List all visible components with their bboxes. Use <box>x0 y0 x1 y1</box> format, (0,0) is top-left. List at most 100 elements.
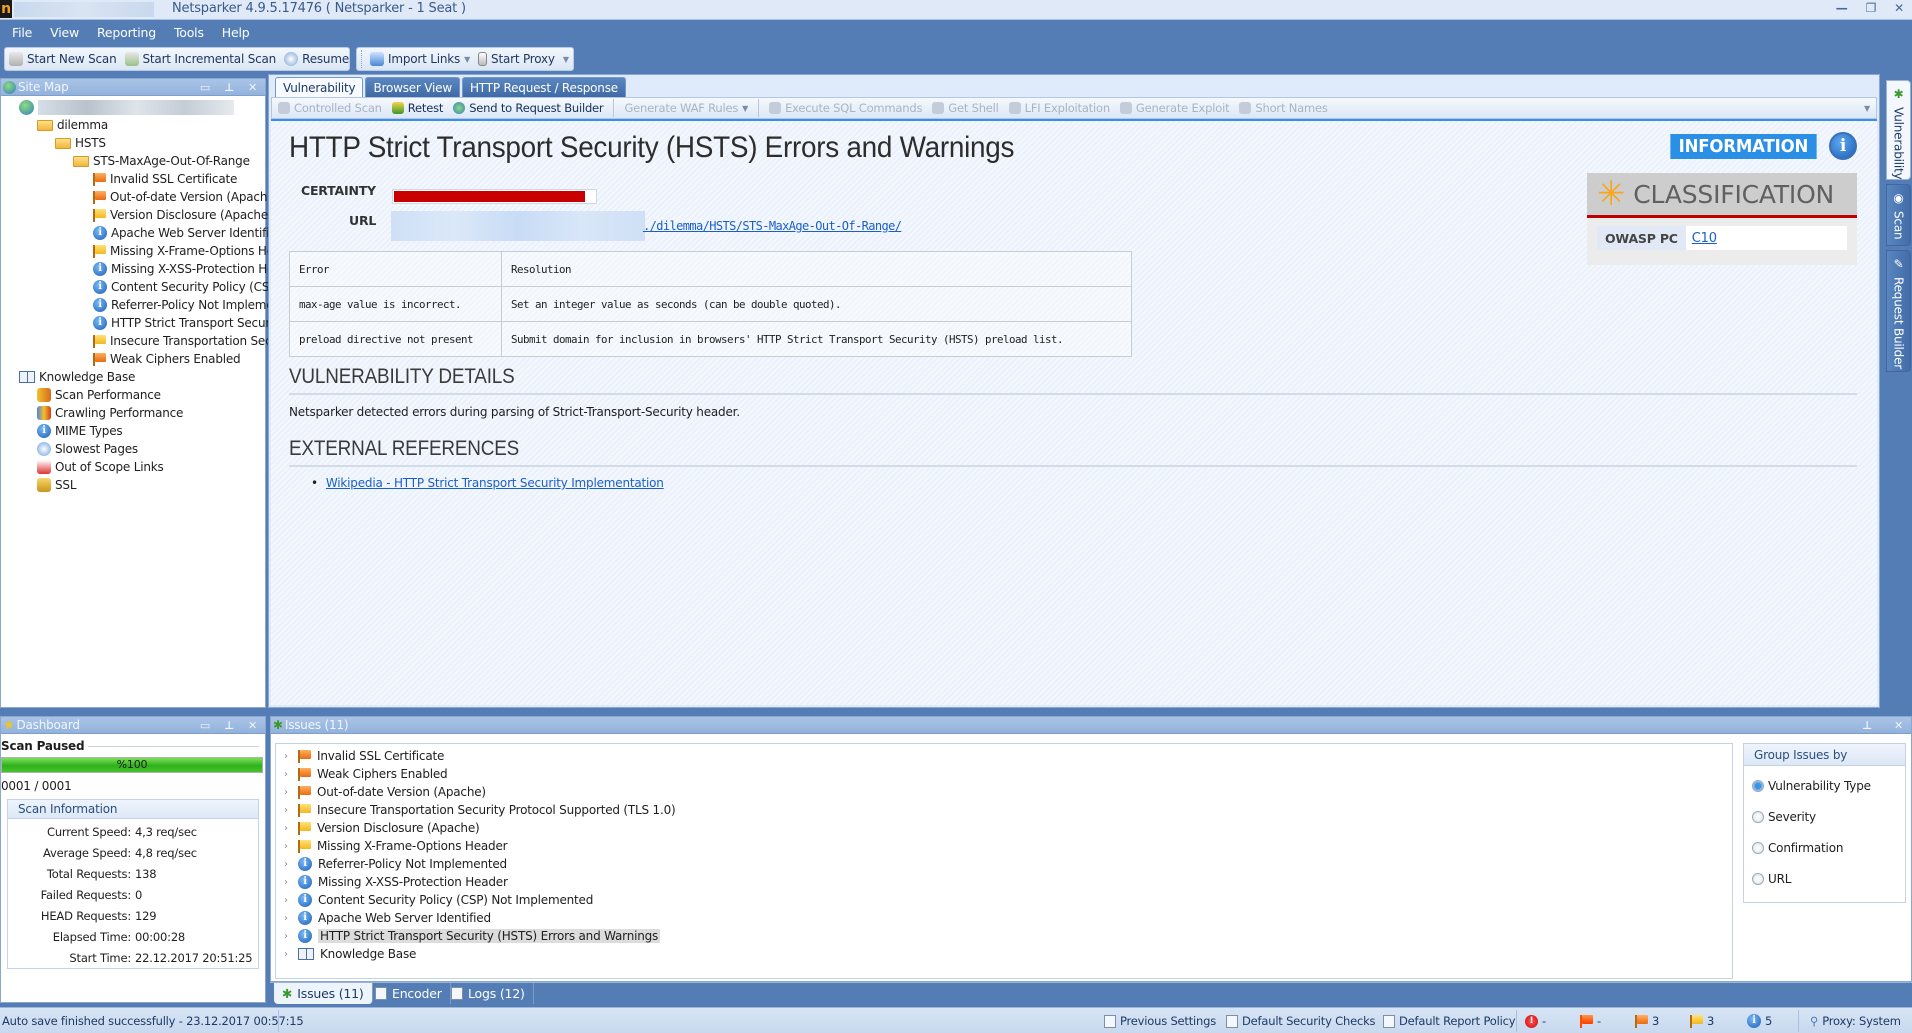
tree-node[interactable]: i MIME Types <box>37 422 123 440</box>
menu-file[interactable]: File <box>12 25 32 40</box>
tree-node[interactable]: Version Disclosure (Apache) <box>93 206 273 224</box>
group-by-option[interactable]: URL <box>1744 863 1905 894</box>
previous-settings-button[interactable]: Previous Settings <box>1104 1014 1216 1028</box>
tab-encoder[interactable]: Encoder <box>367 983 451 1004</box>
high-count[interactable]: - <box>1580 1014 1601 1028</box>
import-links-button[interactable]: Import Links ▼ <box>370 52 470 66</box>
issue-row[interactable]: › i Content Security Policy (CSP) Not Impl… <box>284 891 593 909</box>
panel-pin-button[interactable]: ⊥ <box>1862 719 1872 732</box>
group-by-option[interactable]: Vulnerability Type <box>1744 770 1905 801</box>
tree-node[interactable]: Out-of-date Version (Apache <box>93 188 275 206</box>
expand-chevron-icon[interactable]: › <box>284 823 292 834</box>
proxy-dropdown-icon[interactable]: ▼ <box>563 55 569 64</box>
tree-node[interactable]: Slowest Pages <box>37 440 138 458</box>
critical-count[interactable]: ! - <box>1525 1014 1546 1028</box>
expand-chevron-icon[interactable]: › <box>284 931 292 942</box>
tree-node[interactable]: i Referrer-Policy Not Impleme <box>93 296 274 314</box>
panel-close-button[interactable]: ✕ <box>1894 719 1903 732</box>
controlled-scan-button[interactable]: Controlled Scan <box>278 101 382 115</box>
retest-button[interactable]: Retest <box>391 101 443 115</box>
expand-chevron-icon[interactable]: › <box>284 949 292 960</box>
issue-row[interactable]: › i HTTP Strict Transport Security (HSTS) … <box>284 927 661 945</box>
tree-node[interactable]: i Apache Web Server Identifie <box>93 224 277 242</box>
issue-row[interactable]: › Missing X-Frame-Options Header <box>284 837 508 855</box>
close-button[interactable]: ✕ <box>1894 1 1904 15</box>
side-tab-scan[interactable]: ◉ Scan <box>1886 184 1911 246</box>
menu-tools[interactable]: Tools <box>174 25 204 40</box>
tree-node[interactable]: Missing X-Frame-Options He <box>93 242 274 260</box>
issue-row[interactable]: › i Apache Web Server Identified <box>284 909 491 927</box>
lfi-exploitation-button[interactable]: LFI Exploitation <box>1008 101 1110 115</box>
proxy-status[interactable]: ⚲ Proxy: System <box>1810 1014 1901 1028</box>
radio-button[interactable] <box>1752 841 1764 854</box>
tab-vulnerability[interactable]: Vulnerability <box>275 77 364 97</box>
tree-node[interactable]: dilemma <box>37 116 108 134</box>
side-tab-vulnerability[interactable]: ✱ Vulnerability <box>1886 80 1911 180</box>
medium-count[interactable]: 3 <box>1635 1014 1659 1028</box>
tree-node[interactable]: Invalid SSL Certificate <box>93 170 237 188</box>
tree-node[interactable]: Crawling Performance <box>37 404 183 422</box>
expand-chevron-icon[interactable]: › <box>284 913 292 924</box>
tab-browser-view[interactable]: Browser View <box>365 77 460 97</box>
issue-row[interactable]: › Version Disclosure (Apache) <box>284 819 480 837</box>
issue-row[interactable]: › Knowledge Base <box>284 945 416 963</box>
tree-root-host[interactable] <box>19 98 234 116</box>
toolbar-grip[interactable] <box>361 50 362 68</box>
panel-maximize-button[interactable]: ▭ <box>200 81 210 94</box>
owasp-link[interactable]: C10 <box>1686 226 1723 250</box>
radio-button[interactable] <box>1752 810 1764 823</box>
expand-chevron-icon[interactable]: › <box>284 787 292 798</box>
generate-exploit-button[interactable]: Generate Exploit <box>1119 101 1230 115</box>
toolbar-overflow-icon[interactable]: ▼ <box>1864 104 1870 113</box>
tree-node[interactable]: SSL <box>37 476 77 494</box>
menu-reporting[interactable]: Reporting <box>97 25 156 40</box>
tab-logs[interactable]: Logs (12) <box>443 983 534 1004</box>
tree-node[interactable]: Out of Scope Links <box>37 458 164 476</box>
panel-maximize-button[interactable]: ▭ <box>200 719 210 732</box>
send-to-request-builder-button[interactable]: Send to Request Builder <box>453 101 604 115</box>
info-count[interactable]: i5 <box>1747 1014 1772 1028</box>
start-proxy-button[interactable]: Start Proxy <box>478 52 555 66</box>
issue-row[interactable]: › i Referrer-Policy Not Implemented <box>284 855 507 873</box>
panel-close-button[interactable]: ✕ <box>248 81 257 94</box>
expand-chevron-icon[interactable]: › <box>284 751 292 762</box>
expand-chevron-icon[interactable]: › <box>284 769 292 780</box>
menu-help[interactable]: Help <box>222 25 250 40</box>
start-new-scan-button[interactable]: Start New Scan <box>9 52 117 66</box>
resume-button[interactable]: Resume <box>284 52 349 66</box>
panel-close-button[interactable]: ✕ <box>248 719 257 732</box>
start-incremental-scan-button[interactable]: Start Incremental Scan <box>124 52 276 66</box>
issue-row[interactable]: › Insecure Transportation Security Protoc… <box>284 801 676 819</box>
report-policy-button[interactable]: Default Report Policy <box>1383 1014 1516 1028</box>
tree-node-knowledge-base[interactable]: Knowledge Base <box>19 368 135 386</box>
vulnerable-url-link[interactable]: ./dilemma/HSTS/STS-MaxAge-Out-Of-Range/ <box>643 219 902 233</box>
expand-chevron-icon[interactable]: › <box>284 859 292 870</box>
panel-pin-button[interactable]: ⊥ <box>224 81 234 94</box>
tree-node[interactable]: i Missing X-XSS-Protection He <box>93 260 274 278</box>
short-names-button[interactable]: Short Names <box>1239 101 1328 115</box>
expand-chevron-icon[interactable]: › <box>284 805 292 816</box>
minimize-button[interactable]: — <box>1836 1 1848 15</box>
restore-button[interactable]: ❐ <box>1866 1 1877 15</box>
tree-node[interactable]: HSTS <box>55 134 106 152</box>
tree-node[interactable]: i HTTP Strict Transport Securit <box>93 314 278 332</box>
low-count[interactable]: 3 <box>1690 1014 1714 1028</box>
issue-row[interactable]: › Weak Ciphers Enabled <box>284 765 448 783</box>
tree-node[interactable]: Scan Performance <box>37 386 161 404</box>
security-checks-button[interactable]: Default Security Checks <box>1226 1014 1376 1028</box>
expand-chevron-icon[interactable]: › <box>284 841 292 852</box>
generate-waf-rules-button[interactable]: Generate WAF Rules ▼ <box>624 101 748 115</box>
group-by-option[interactable]: Confirmation <box>1744 832 1905 863</box>
tree-node[interactable]: i Content Security Policy (CSP <box>93 278 276 296</box>
tree-node[interactable]: Insecure Transportation Secu <box>93 332 279 350</box>
tree-node[interactable]: Weak Ciphers Enabled <box>93 350 241 368</box>
get-shell-button[interactable]: Get Shell <box>932 101 999 115</box>
issue-row[interactable]: › Out-of-date Version (Apache) <box>284 783 486 801</box>
group-by-option[interactable]: Severity <box>1744 801 1905 832</box>
tree-node[interactable]: STS-MaxAge-Out-Of-Range <box>73 152 250 170</box>
tab-http-request-response[interactable]: HTTP Request / Response <box>461 77 626 97</box>
radio-button[interactable] <box>1752 779 1764 792</box>
reference-link[interactable]: Wikipedia - HTTP Strict Transport Securi… <box>326 476 664 490</box>
issue-row[interactable]: › i Missing X-XSS-Protection Header <box>284 873 508 891</box>
radio-button[interactable] <box>1752 872 1764 885</box>
